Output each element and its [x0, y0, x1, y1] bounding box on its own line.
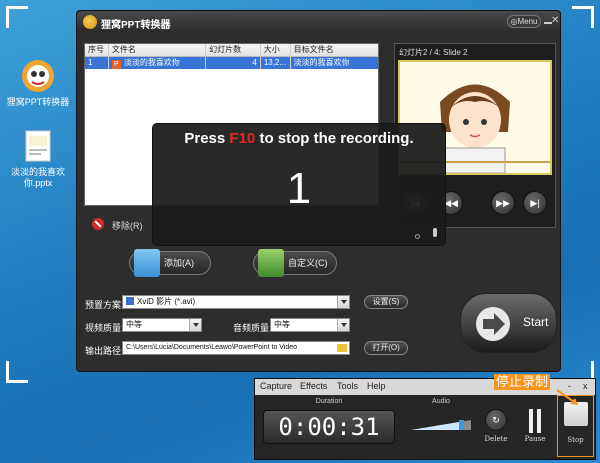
countdown-number: 1 — [286, 164, 312, 213]
row-slides: 4 — [206, 57, 261, 69]
pause-bar-icon — [529, 409, 533, 433]
preset-value: XviD 影片 (*.avi) — [137, 297, 196, 306]
row-target[interactable]: 淡淡的我喜欢你 — [291, 57, 378, 69]
row-filename-text: 淡淡的我喜欢你 — [123, 58, 180, 67]
start-button[interactable]: Start — [460, 293, 557, 353]
pause-bar-icon — [537, 409, 541, 433]
output-path-field[interactable]: C:\Users\Lucia\Documents\Leawo\PowerPoin… — [122, 341, 350, 355]
row-index: 1 — [85, 57, 109, 69]
duration-label: Duration — [315, 398, 343, 405]
menu-help[interactable]: Help — [367, 381, 386, 391]
preset-label: 预置方案: — [85, 300, 124, 310]
row-filename: P 淡淡的我喜欢你 — [109, 57, 207, 69]
delete-button[interactable]: ↻ — [485, 409, 507, 431]
instruction-rest: to stop the recording. — [259, 130, 414, 147]
output-path-value: C:\Users\Lucia\Documents\Leawo\PowerPoin… — [126, 344, 298, 351]
header-index[interactable]: 序号 — [85, 44, 109, 56]
recorder-control-bar: Capture Effects Tools Help - x Duration … — [254, 378, 596, 460]
open-button[interactable]: 打开(O) — [364, 341, 408, 355]
menu-effects[interactable]: Effects — [300, 381, 327, 391]
chevron-down-icon[interactable] — [189, 319, 201, 331]
desktop-icon-label: 狸窝PPT转换器 — [6, 97, 70, 107]
refresh-icon: ↻ — [492, 415, 500, 425]
chevron-down-icon[interactable] — [337, 319, 349, 331]
header-size[interactable]: 大小 — [261, 44, 291, 56]
duration-timer: 0:00:31 — [263, 410, 395, 444]
instruction-press: Press — [184, 130, 226, 147]
start-button-label: Start — [523, 315, 549, 329]
custom-button[interactable]: 自定义(C) — [253, 249, 337, 277]
pause-label: Pause — [524, 435, 546, 443]
video-quality-value: 中等 — [126, 320, 142, 329]
last-slide-button[interactable]: ▶| — [523, 191, 547, 215]
desktop-icon-converter[interactable]: 狸窝PPT转换器 — [2, 58, 74, 108]
capture-frame-corner — [6, 6, 28, 28]
folder-icon[interactable] — [337, 344, 347, 352]
desktop-icon-pptx[interactable]: 淡淡的我喜欢你.pptx — [2, 128, 74, 189]
tools-icon — [258, 249, 284, 277]
record-indicator-icon — [415, 234, 420, 239]
window-title: 狸窝PPT转换器 — [101, 20, 171, 31]
stop-label: Stop — [567, 436, 584, 444]
stop-recording-annotation: 停止录制 — [494, 374, 551, 390]
menu-button[interactable]: ◎Menu — [507, 15, 541, 28]
table-header: 序号 文件名 幻灯片数 大小 目标文件名 — [85, 44, 378, 57]
header-slides[interactable]: 幻灯片数 — [206, 44, 261, 56]
audio-quality-label: 音频质量: — [233, 323, 272, 333]
output-path-label: 输出路径: — [85, 346, 124, 356]
delete-label: Delete — [484, 435, 508, 443]
microphone-icon — [433, 228, 437, 237]
remove-icon[interactable] — [92, 218, 104, 230]
video-quality-label: 视频质量: — [85, 323, 124, 333]
preview-title: 幻灯片2 / 4: Slide 2 — [399, 48, 468, 57]
table-row[interactable]: 1 P 淡淡的我喜欢你 4 13,2... 淡淡的我喜欢你 — [85, 57, 378, 69]
audio-quality-select[interactable]: 中等 — [270, 318, 350, 332]
menu-tools[interactable]: Tools — [337, 381, 358, 391]
instruction-key: F10 — [229, 130, 256, 147]
row-size: 13,2... — [261, 57, 291, 69]
converter-app-icon — [20, 58, 56, 94]
stop-instruction: Press F10 to stop the recording. — [153, 130, 445, 147]
capture-frame-corner — [572, 6, 594, 28]
powerpoint-icon: P — [111, 60, 121, 69]
title-bar[interactable]: 狸窝PPT转换器 ◎Menu ✕ — [77, 11, 560, 33]
custom-button-label: 自定义(C) — [288, 258, 328, 268]
pause-button[interactable] — [527, 409, 543, 433]
audio-label: Audio — [432, 398, 450, 405]
add-file-icon — [134, 249, 160, 277]
audio-quality-value: 中等 — [274, 320, 290, 329]
preset-format-icon — [126, 297, 134, 305]
menu-capture[interactable]: Capture — [260, 381, 292, 391]
settings-button[interactable]: 设置(S) — [364, 295, 408, 309]
annotation-arrow-icon — [556, 389, 578, 405]
chevron-down-icon[interactable] — [337, 296, 349, 308]
pptx-file-icon — [20, 128, 56, 164]
close-button[interactable]: ✕ — [551, 15, 559, 26]
audio-volume-slider[interactable] — [411, 419, 471, 431]
add-button-label: 添加(A) — [164, 258, 194, 268]
next-slide-button[interactable]: ▶▶ — [491, 191, 515, 215]
add-button[interactable]: 添加(A) — [129, 249, 211, 277]
app-logo-icon — [83, 15, 97, 29]
header-filename[interactable]: 文件名 — [109, 44, 207, 56]
preset-select[interactable]: XviD 影片 (*.avi) — [122, 295, 350, 309]
recording-countdown-overlay: Press F10 to stop the recording. 1 — [152, 123, 446, 246]
arrow-right-icon — [475, 306, 511, 342]
capture-frame-corner — [6, 361, 28, 383]
header-target[interactable]: 目标文件名 — [291, 44, 378, 56]
video-quality-select[interactable]: 中等 — [122, 318, 202, 332]
remove-button[interactable]: 移除(R) — [112, 219, 143, 232]
desktop-icon-label: 淡淡的我喜欢你.pptx — [10, 167, 65, 188]
menu-button-label: Menu — [517, 17, 538, 26]
